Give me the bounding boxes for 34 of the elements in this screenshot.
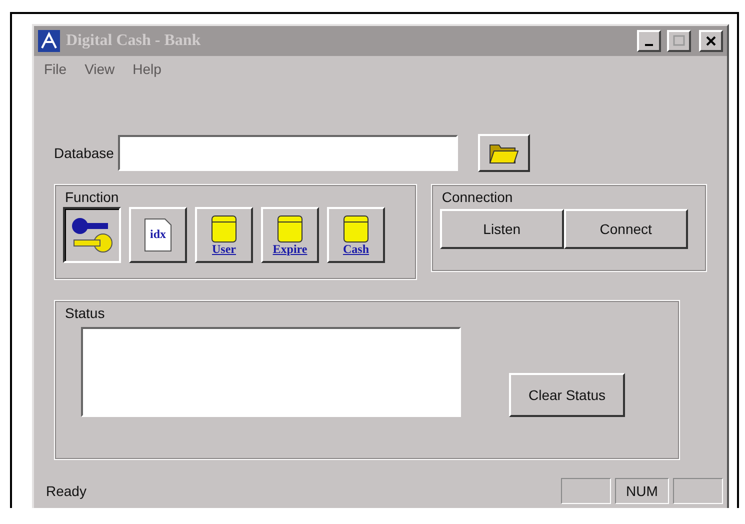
key-button[interactable] — [63, 207, 121, 263]
group-title: Status — [65, 305, 106, 321]
group-title: Function — [65, 189, 120, 205]
table-button[interactable]: User — [195, 207, 253, 263]
group-title: Connection — [442, 189, 514, 205]
status-pane — [673, 478, 723, 504]
connection-button[interactable]: Connect — [564, 209, 688, 249]
close-button[interactable] — [699, 30, 723, 52]
database-field[interactable] — [118, 135, 458, 171]
status-pane — [561, 478, 611, 504]
maximize-icon — [673, 35, 685, 47]
document-icon — [143, 218, 173, 252]
minimize-icon — [645, 44, 653, 46]
app-icon — [38, 30, 60, 52]
minimize-button[interactable] — [637, 30, 661, 52]
keys-icon — [70, 215, 114, 255]
cylinder-icon — [277, 215, 303, 243]
browse-button[interactable] — [478, 134, 530, 172]
clear-status-button[interactable]: Clear Status — [509, 373, 625, 417]
indicator-text: NUM — [626, 483, 658, 499]
menu-item[interactable]: Help — [132, 61, 162, 77]
cylinder-icon — [343, 215, 369, 243]
table-button[interactable]: Expire — [261, 207, 319, 263]
connection-button[interactable]: Listen — [440, 209, 564, 249]
status-text: Ready — [46, 483, 88, 499]
index-button[interactable]: idx — [129, 207, 187, 263]
database-label: Database — [54, 145, 114, 161]
close-icon — [705, 35, 717, 47]
table-button[interactable]: Cash — [327, 207, 385, 263]
cylinder-icon — [211, 215, 237, 243]
folder-icon — [488, 142, 519, 164]
status-log[interactable] — [81, 327, 461, 417]
menu-item[interactable]: View — [84, 61, 115, 77]
menu-item[interactable]: File — [44, 61, 67, 77]
